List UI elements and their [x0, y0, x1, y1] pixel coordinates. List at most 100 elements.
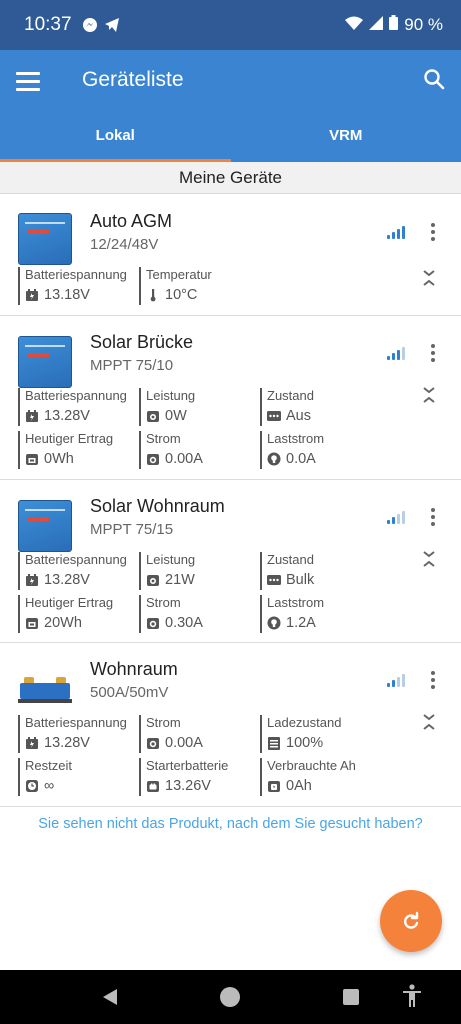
metric-value-text: ∞: [44, 778, 55, 794]
collapse-icon[interactable]: [421, 385, 437, 405]
current-icon: [146, 736, 160, 750]
metric-value-text: 1.2A: [286, 615, 316, 631]
metric-value-text: 10°C: [165, 287, 198, 303]
metric-value-text: 0.00A: [165, 735, 203, 751]
recent-apps-icon[interactable]: [343, 989, 359, 1005]
metric-value: 13.28V: [25, 572, 127, 588]
metric-value: 1.2A: [267, 615, 324, 631]
metric-label: Batteriespannung: [25, 388, 127, 403]
yield-icon: [25, 616, 39, 630]
wifi-icon: [345, 15, 364, 35]
device-card[interactable]: Solar Wohnraum MPPT 75/15 Batteriespannung…: [0, 480, 461, 643]
metric-value-text: 13.18V: [44, 287, 90, 303]
metric-label: Strom: [146, 595, 181, 610]
signal-strength-icon: [387, 673, 405, 687]
refresh-icon: [404, 911, 419, 929]
battery-percent: 90 %: [404, 15, 443, 34]
thermometer-icon: [146, 288, 160, 302]
metric-value: 13.18V: [25, 287, 127, 303]
current-icon: [146, 616, 160, 630]
metric-label: Leistung: [146, 552, 196, 567]
metric-value-text: 0Wh: [44, 451, 74, 467]
metric-consumed: Verbrauchte Ah 0Ah: [260, 758, 356, 796]
metric-value-text: 13.26V: [165, 778, 211, 794]
search-icon[interactable]: [423, 68, 445, 95]
metric-value-text: 13.28V: [44, 408, 90, 424]
telegram-icon: [104, 17, 120, 33]
device-card[interactable]: Solar Brücke MPPT 75/10 Batteriespannung 13…: [0, 316, 461, 480]
metric-label: Verbrauchte Ah: [267, 758, 356, 773]
bulb-icon: [267, 616, 281, 630]
metric-yield: Heutiger Ertrag 0Wh: [18, 431, 113, 469]
power-icon: [146, 409, 160, 423]
device-model: MPPT 75/15: [90, 521, 174, 538]
metric-clock: Restzeit ∞: [18, 758, 72, 796]
battery-icon: [25, 288, 39, 302]
device-card[interactable]: Wohnraum 500A/50mV Batteriespannung 13.28V S…: [0, 643, 461, 807]
metric-value: 0.00A: [146, 451, 203, 467]
menu-icon[interactable]: [16, 72, 40, 92]
state-icon: [267, 409, 281, 423]
more-options-icon[interactable]: [427, 223, 439, 241]
metric-value-text: 20Wh: [44, 615, 82, 631]
tab-bar: Lokal VRM: [0, 116, 461, 162]
metric-state: Zustand Bulk: [260, 552, 314, 590]
signal-strength-icon: [387, 510, 405, 524]
refresh-button[interactable]: [380, 890, 442, 952]
battery-icon: [25, 736, 39, 750]
metric-value: 21W: [146, 572, 195, 588]
signal-strength-icon: [387, 346, 405, 360]
metric-soc: Ladezustand 100%: [260, 715, 341, 753]
metric-battery: Batteriespannung 13.28V: [18, 552, 127, 590]
metric-power: Leistung 0W: [139, 388, 195, 426]
device-thumbnail: [18, 500, 72, 552]
metric-value-text: Aus: [286, 408, 311, 424]
accessibility-icon[interactable]: [402, 984, 422, 1013]
metric-value-text: Bulk: [286, 572, 315, 588]
metric-label: Temperatur: [146, 267, 212, 282]
messenger-icon: [82, 17, 98, 33]
metric-value-text: 0.30A: [165, 615, 203, 631]
page-title: Geräteliste: [82, 68, 184, 91]
collapse-icon[interactable]: [421, 549, 437, 569]
device-name: Auto AGM: [90, 211, 173, 231]
metric-value: Bulk: [267, 572, 314, 588]
starter-battery-icon: [146, 779, 160, 793]
section-header: Meine Geräte: [0, 162, 461, 194]
metric-value: 0.0A: [267, 451, 324, 467]
home-icon[interactable]: [220, 987, 240, 1007]
product-not-found-link[interactable]: Sie sehen nicht das Produkt, nach dem Si…: [0, 816, 461, 832]
back-icon[interactable]: [101, 988, 119, 1011]
metric-value-text: 21W: [165, 572, 195, 588]
metric-label: Batteriespannung: [25, 552, 127, 567]
collapse-icon[interactable]: [421, 268, 437, 288]
tab-vrm[interactable]: VRM: [231, 116, 461, 162]
metric-yield: Heutiger Ertrag 20Wh: [18, 595, 113, 633]
device-card[interactable]: Auto AGM 12/24/48V Batteriespannung 13.18V T…: [0, 195, 461, 316]
metric-value: Aus: [267, 408, 314, 424]
cell-signal-icon: [369, 15, 384, 35]
app-bar: Geräteliste Lokal VRM: [0, 50, 461, 162]
metric-value: 0.00A: [146, 735, 203, 751]
more-options-icon[interactable]: [427, 671, 439, 689]
metric-label: Starterbatterie: [146, 758, 229, 773]
metric-value: 20Wh: [25, 615, 113, 631]
metric-bulb: Laststrom 0.0A: [260, 431, 324, 469]
metric-label: Leistung: [146, 388, 196, 403]
metric-value: 100%: [267, 735, 341, 751]
metric-thermometer: Temperatur 10°C: [139, 267, 212, 305]
metric-label: Heutiger Ertrag: [25, 595, 114, 610]
metric-value-text: 13.28V: [44, 735, 90, 751]
metric-label: Restzeit: [25, 758, 72, 773]
state-icon: [267, 573, 281, 587]
more-options-icon[interactable]: [427, 344, 439, 362]
collapse-icon[interactable]: [421, 712, 437, 732]
device-thumbnail: [18, 336, 72, 388]
metric-value: 10°C: [146, 287, 212, 303]
metric-value-text: 0Ah: [286, 778, 312, 794]
battery-icon: [25, 573, 39, 587]
more-options-icon[interactable]: [427, 508, 439, 526]
tab-lokal[interactable]: Lokal: [0, 116, 231, 162]
device-model: MPPT 75/10: [90, 357, 174, 374]
metric-power: Leistung 21W: [139, 552, 195, 590]
